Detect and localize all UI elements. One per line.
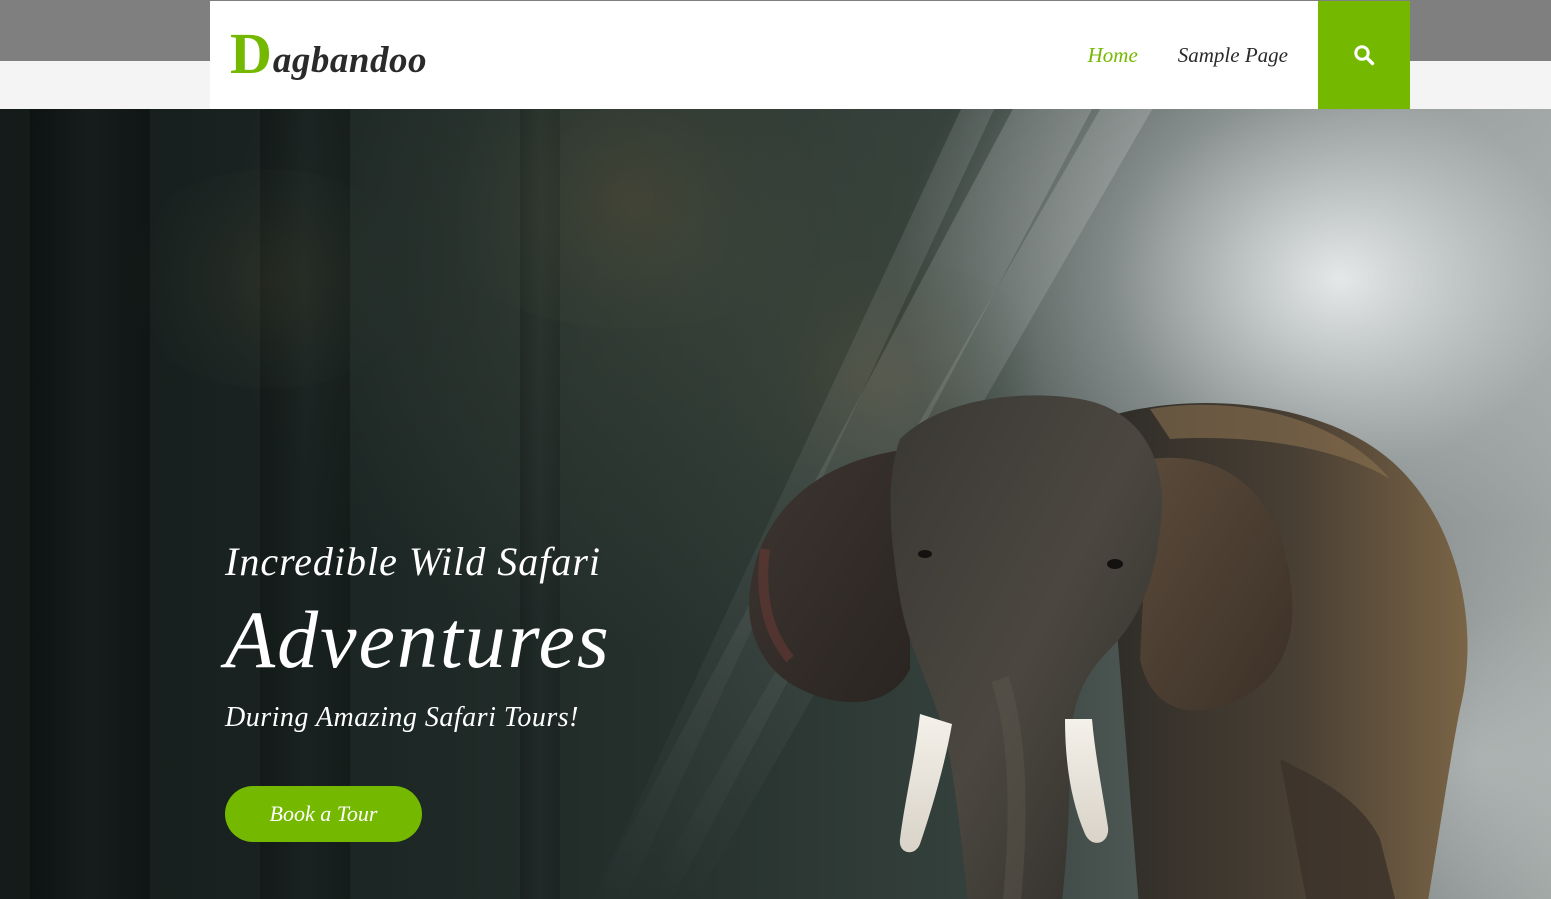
hero-section: Incredible Wild Safari Adventures During… [0,109,1551,899]
page: Dagbandoo Home Sample Page Incredible Wi… [0,0,1551,899]
hero-subtitle: Incredible Wild Safari [225,539,602,584]
book-a-tour-button[interactable]: Book a Tour [225,786,422,842]
logo-text: agbandoo [272,40,427,81]
tree-trunk [30,109,150,899]
site-header: Dagbandoo Home Sample Page [210,1,1410,109]
hero-tagline: During Amazing Safari Tours! [225,702,579,733]
main-nav: Home Sample Page [1048,1,1288,109]
search-icon [1354,45,1375,66]
nav-item-sample-page[interactable]: Sample Page [1178,43,1288,68]
hero-title: Adventures [225,594,611,685]
search-button[interactable] [1318,1,1410,109]
foliage [120,169,420,389]
nav-item-home[interactable]: Home [1088,43,1138,68]
site-logo[interactable]: Dagbandoo [230,15,427,85]
hero-content: Incredible Wild Safari Adventures During… [225,534,925,842]
logo-initial: D [230,21,272,86]
